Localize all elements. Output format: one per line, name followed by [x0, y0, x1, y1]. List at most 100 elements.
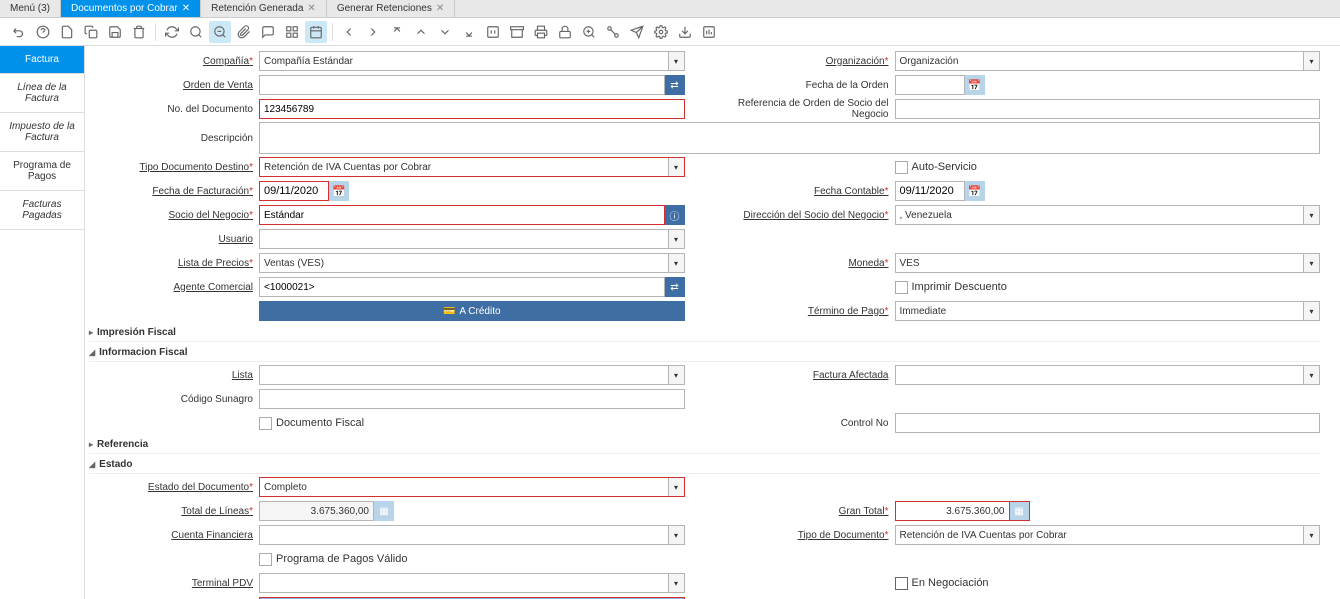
calendar-icon[interactable]: 📅	[965, 75, 985, 95]
chart-icon[interactable]	[698, 21, 720, 43]
up-icon[interactable]	[410, 21, 432, 43]
zoom-across-icon[interactable]	[578, 21, 600, 43]
checkbox-imprimir-descuento[interactable]	[895, 281, 908, 294]
section-estado[interactable]: ◢Estado	[89, 456, 1320, 474]
field-fecha-orden[interactable]	[895, 75, 965, 95]
field-terminal-pdv[interactable]: ▾	[259, 573, 685, 593]
chevron-down-icon[interactable]: ▾	[668, 52, 684, 70]
chevron-down-icon[interactable]: ▾	[668, 254, 684, 272]
grid-icon[interactable]	[281, 21, 303, 43]
chat-icon[interactable]	[257, 21, 279, 43]
tab-retencion-generada[interactable]: Retención Generada✕	[201, 0, 327, 17]
info-icon[interactable]: ⓘ	[665, 205, 685, 225]
chevron-right-icon: ▸	[89, 440, 93, 449]
lock-icon[interactable]	[554, 21, 576, 43]
checkbox-en-negociacion[interactable]	[895, 577, 908, 590]
sidebar-item-impuesto-factura[interactable]: Impuesto de la Factura	[0, 113, 84, 152]
chevron-down-icon[interactable]: ▾	[668, 574, 684, 592]
field-ref-orden-socio[interactable]	[895, 99, 1321, 119]
field-termino-pago[interactable]: Immediate▾	[895, 301, 1321, 321]
field-lista[interactable]: ▾	[259, 365, 685, 385]
chevron-down-icon[interactable]: ▾	[668, 230, 684, 248]
undo-icon[interactable]	[8, 21, 30, 43]
chevron-down-icon[interactable]: ▾	[1303, 366, 1319, 384]
field-no-documento[interactable]	[259, 99, 685, 119]
section-informacion-fiscal[interactable]: ◢Informacion Fiscal	[89, 344, 1320, 362]
workflow-icon[interactable]	[602, 21, 624, 43]
calendar-icon[interactable]: 📅	[965, 181, 985, 201]
field-control-no[interactable]	[895, 413, 1321, 433]
field-orden-venta[interactable]	[259, 75, 665, 95]
delete-icon[interactable]	[128, 21, 150, 43]
gear-icon[interactable]	[650, 21, 672, 43]
checkbox-programa-pagos-valido[interactable]	[259, 553, 272, 566]
attachment-icon[interactable]	[233, 21, 255, 43]
report-icon[interactable]	[482, 21, 504, 43]
field-agente-comercial[interactable]	[259, 277, 665, 297]
down-icon[interactable]	[434, 21, 456, 43]
field-tipo-doc-destino[interactable]: Retención de IVA Cuentas por Cobrar▾	[259, 157, 685, 177]
sidebar-item-programa-pagos[interactable]: Programa de Pagos	[0, 152, 84, 191]
chevron-down-icon[interactable]: ▾	[1303, 526, 1319, 544]
sidebar-item-facturas-pagadas[interactable]: Facturas Pagadas	[0, 191, 84, 230]
tab-documentos-por-cobrar[interactable]: Documentos por Cobrar✕	[61, 0, 201, 17]
chevron-down-icon[interactable]: ▾	[668, 158, 684, 176]
field-codigo-sunagro[interactable]	[259, 389, 685, 409]
search-icon[interactable]	[185, 21, 207, 43]
a-credito-button[interactable]: 💳 A Crédito	[259, 301, 685, 321]
help-icon[interactable]	[32, 21, 54, 43]
lookup-icon[interactable]: ⇄	[665, 75, 685, 95]
label-auto-servicio-text: Auto-Servicio	[912, 161, 977, 173]
chevron-down-icon[interactable]: ▾	[668, 526, 684, 544]
chevron-down-icon[interactable]: ▾	[668, 366, 684, 384]
checkbox-auto-servicio[interactable]	[895, 161, 908, 174]
field-descripcion[interactable]	[259, 122, 1320, 154]
chevron-down-icon[interactable]: ▾	[1303, 254, 1319, 272]
calendar-icon[interactable]: 📅	[329, 181, 349, 201]
lookup-icon[interactable]: ⇄	[665, 277, 685, 297]
zoom-icon[interactable]	[209, 21, 231, 43]
refresh-icon[interactable]	[161, 21, 183, 43]
field-compania[interactable]: Compañía Estándar▾	[259, 51, 685, 71]
chevron-down-icon[interactable]: ▾	[1303, 52, 1319, 70]
copy-icon[interactable]	[80, 21, 102, 43]
checkbox-documento-fiscal[interactable]	[259, 417, 272, 430]
field-cuenta-financiera[interactable]: ▾	[259, 525, 685, 545]
prev-icon[interactable]	[338, 21, 360, 43]
sidebar-item-factura[interactable]: Factura	[0, 46, 84, 74]
field-tipo-documento[interactable]: Retención de IVA Cuentas por Cobrar▾	[895, 525, 1321, 545]
field-fecha-contable[interactable]	[895, 181, 965, 201]
field-lista-precios[interactable]: Ventas (VES)▾	[259, 253, 685, 273]
new-icon[interactable]	[56, 21, 78, 43]
calc-icon[interactable]: ▦	[374, 501, 394, 521]
close-icon[interactable]: ✕	[307, 3, 315, 14]
field-usuario[interactable]: ▾	[259, 229, 685, 249]
export-icon[interactable]	[674, 21, 696, 43]
archive-icon[interactable]	[506, 21, 528, 43]
field-direccion-socio[interactable]: , Venezuela▾	[895, 205, 1321, 225]
print-icon[interactable]	[530, 21, 552, 43]
section-impresion-fiscal[interactable]: ▸Impresión Fiscal	[89, 324, 1320, 342]
sidebar-item-linea-factura[interactable]: Línea de la Factura	[0, 74, 84, 113]
save-icon[interactable]	[104, 21, 126, 43]
field-organizacion[interactable]: Organización▾	[895, 51, 1321, 71]
field-moneda[interactable]: VES▾	[895, 253, 1321, 273]
tab-generar-retenciones[interactable]: Generar Retenciones✕	[327, 0, 455, 17]
chevron-down-icon[interactable]: ▾	[668, 478, 684, 496]
tab-menu[interactable]: Menú (3)	[0, 0, 61, 17]
first-icon[interactable]	[386, 21, 408, 43]
field-estado-documento[interactable]: Completo▾	[259, 477, 685, 497]
chevron-down-icon[interactable]: ▾	[1303, 206, 1319, 224]
field-factura-afectada[interactable]: ▾	[895, 365, 1321, 385]
request-icon[interactable]	[626, 21, 648, 43]
next-icon[interactable]	[362, 21, 384, 43]
calc-icon[interactable]: ▦	[1010, 501, 1030, 521]
field-fecha-facturacion[interactable]	[259, 181, 329, 201]
close-icon[interactable]: ✕	[182, 3, 190, 14]
close-icon[interactable]: ✕	[436, 3, 444, 14]
field-socio-negocio[interactable]	[259, 205, 665, 225]
last-icon[interactable]	[458, 21, 480, 43]
section-referencia[interactable]: ▸Referencia	[89, 436, 1320, 454]
calendar-icon[interactable]	[305, 21, 327, 43]
chevron-down-icon[interactable]: ▾	[1303, 302, 1319, 320]
